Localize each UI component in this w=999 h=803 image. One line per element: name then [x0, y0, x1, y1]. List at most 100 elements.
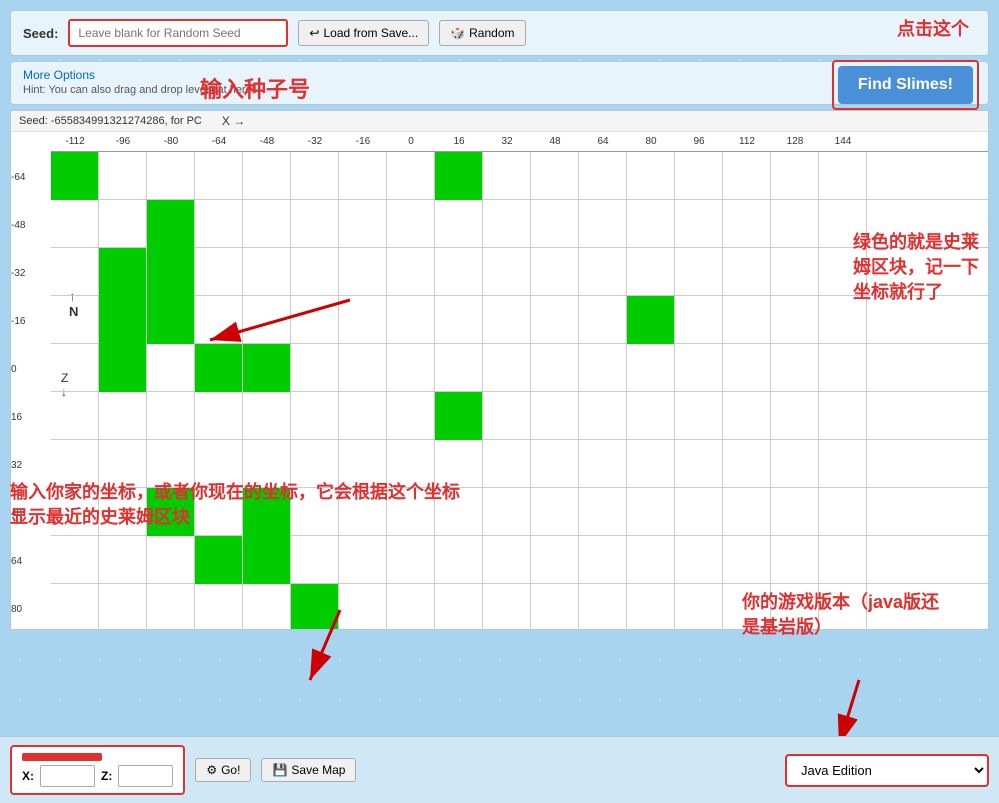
grid-cell	[723, 248, 771, 296]
grid-cell	[243, 584, 291, 630]
grid-cell	[771, 248, 819, 296]
grid-cell	[723, 200, 771, 248]
grid-cell	[339, 200, 387, 248]
save-icon: 💾	[272, 763, 287, 777]
map-canvas: -64 -48 -32 -16 0 16 32 48 64 80 96 -112…	[11, 132, 988, 630]
grid-cell	[387, 584, 435, 630]
coord-section: X: Z:	[10, 745, 185, 795]
grid-cell	[291, 200, 339, 248]
grid-cell	[627, 440, 675, 488]
grid-cell	[723, 152, 771, 200]
grid-cell	[771, 440, 819, 488]
grid-cell	[579, 344, 627, 392]
y-label: 0	[11, 364, 51, 412]
grid-cell	[531, 344, 579, 392]
grid-cell	[195, 200, 243, 248]
random-icon: 🎲	[450, 26, 465, 40]
grid-cell	[435, 248, 483, 296]
bottom-bar: X: Z: ⚙ Go! 💾 Save Map Java Edition Bedr…	[0, 736, 999, 803]
grid-cell	[627, 488, 675, 536]
more-options-link[interactable]: More Options	[23, 68, 95, 82]
slime-cell	[99, 344, 147, 392]
grid-cell	[339, 536, 387, 584]
y-label: 64	[11, 556, 51, 604]
save-map-button[interactable]: 💾 Save Map	[261, 758, 356, 782]
grid-cell	[819, 392, 867, 440]
grid-cell	[291, 392, 339, 440]
grid-cell	[51, 248, 99, 296]
slime-cell	[147, 296, 195, 344]
grid-row	[51, 248, 988, 296]
grid-cell	[579, 584, 627, 630]
grid-cell	[291, 248, 339, 296]
grid-cell	[147, 392, 195, 440]
y-label: 16	[11, 412, 51, 460]
seed-input[interactable]	[68, 19, 288, 47]
slime-cell	[99, 248, 147, 296]
grid-cell	[483, 200, 531, 248]
grid-cell	[579, 536, 627, 584]
grid-cell	[147, 344, 195, 392]
grid-cell	[339, 344, 387, 392]
grid-cell	[387, 152, 435, 200]
grid-cell	[723, 488, 771, 536]
go-icon: ⚙	[206, 763, 217, 777]
grid-cell	[771, 536, 819, 584]
grid-cell	[147, 152, 195, 200]
grid-cell	[99, 536, 147, 584]
grid-cell	[675, 392, 723, 440]
grid-cell	[99, 152, 147, 200]
annotation-bottom-left: 输入你家的坐标，或者你现在的坐标，它会根据这个坐标 显示最近的史莱姆区块	[10, 480, 460, 530]
grid-cell	[435, 200, 483, 248]
find-slimes-button[interactable]: Find Slimes!	[838, 66, 973, 104]
grid-cell	[531, 152, 579, 200]
grid-row	[51, 296, 988, 344]
grid-cell	[531, 488, 579, 536]
grid-cell	[531, 296, 579, 344]
find-slimes-container: Find Slimes!	[832, 60, 979, 110]
grid-cell	[819, 488, 867, 536]
grid-cell	[147, 536, 195, 584]
z-coord-input[interactable]	[118, 765, 173, 787]
grid-cell	[531, 200, 579, 248]
grid-cell	[243, 296, 291, 344]
y-label: -32	[11, 268, 51, 316]
grid-cell	[387, 296, 435, 344]
grid-cell	[291, 344, 339, 392]
edition-select[interactable]: Java Edition Bedrock Edition	[787, 756, 987, 785]
grid-cell	[435, 296, 483, 344]
seed-info: Seed: -655834991321274286, for PC	[19, 115, 202, 127]
annotation-top-right: 点击这个	[897, 15, 969, 41]
grid-cell	[771, 152, 819, 200]
grid-cell	[339, 296, 387, 344]
grid-area: -112 -96 -80 -64 -48 -32 -16 0 16 32 48 …	[51, 132, 988, 630]
grid-row	[51, 152, 988, 200]
grid-cell	[627, 536, 675, 584]
grid-cell	[99, 392, 147, 440]
x-coord-input[interactable]	[40, 765, 95, 787]
grid-cell	[339, 584, 387, 630]
load-save-button[interactable]: ↩ Load from Save...	[298, 20, 429, 46]
slime-cell	[435, 392, 483, 440]
grid-cell	[435, 584, 483, 630]
random-button[interactable]: 🎲 Random	[439, 20, 525, 46]
grid-cell	[435, 344, 483, 392]
grid-cell	[627, 200, 675, 248]
grid-cell	[771, 488, 819, 536]
grid-cell	[387, 344, 435, 392]
grid-cell	[51, 200, 99, 248]
grid-cell	[627, 152, 675, 200]
grid-cell	[771, 392, 819, 440]
slime-cell	[147, 248, 195, 296]
grid-cell	[723, 536, 771, 584]
grid-cell	[51, 296, 99, 344]
grid-cell	[195, 584, 243, 630]
slime-cell	[195, 536, 243, 584]
coord-inputs: X: Z:	[22, 765, 173, 787]
grid-cell	[195, 248, 243, 296]
x-arrow-label: X →	[222, 114, 245, 128]
go-button[interactable]: ⚙ Go!	[195, 758, 251, 782]
grid-cell	[483, 392, 531, 440]
grid-cell	[339, 392, 387, 440]
grid-cell	[483, 248, 531, 296]
